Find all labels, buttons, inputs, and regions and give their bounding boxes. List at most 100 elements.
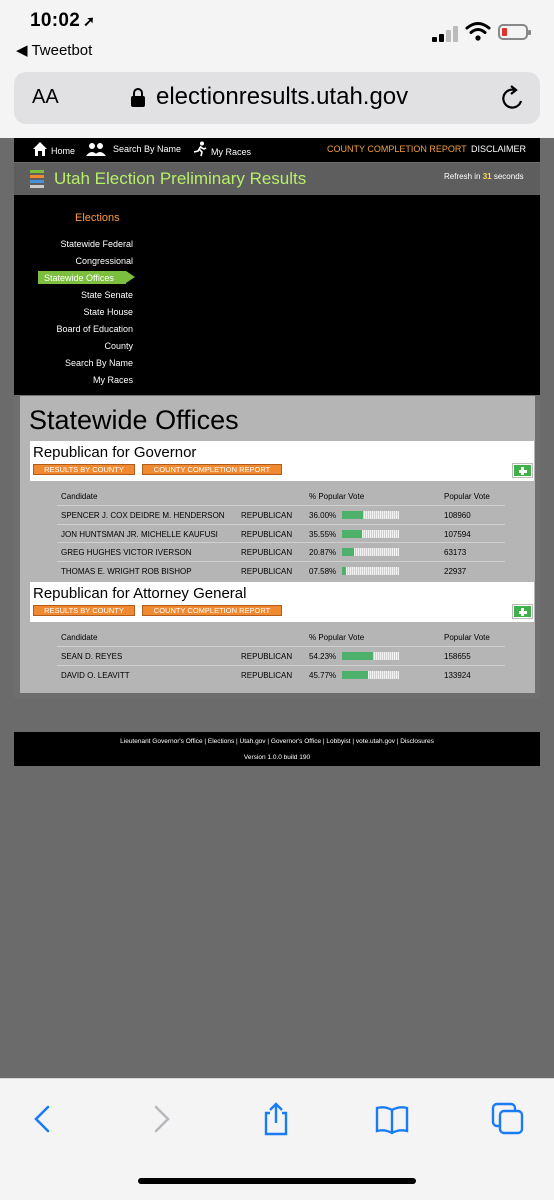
tabs-icon[interactable] [490,1101,526,1137]
plus-icon[interactable] [512,463,533,478]
candidate-party: REPUBLICAN [241,567,293,577]
candidate-pct: 35.55% [309,529,337,539]
top-navigation: Home Search By Name My Races COUNTY COMP… [14,138,540,162]
site-title: Utah Election Preliminary Results [54,169,307,188]
col-pct-popular-vote: % Popular Vote [309,633,365,642]
race-header-attorney-general: Republican for Attorney General RESULTS … [30,582,534,622]
refresh-countdown: Refresh in 31 seconds [444,172,524,181]
home-icon[interactable] [32,141,48,157]
race-title: Republican for Governor [33,444,197,461]
col-popular-vote: Popular Vote [444,633,490,642]
candidate-pct: 07.58% [309,567,337,577]
candidate-name[interactable]: THOMAS E. WRIGHT ROB BISHOP [61,567,192,576]
battery-icon [498,24,531,40]
candidate-name[interactable]: JON HUNTSMAN JR. MICHELLE KAUFUSI [61,530,218,539]
sidebar-item-statewide-offices[interactable]: Statewide Offices [44,273,114,283]
bookmarks-icon[interactable] [374,1101,410,1137]
nav-county-completion-report[interactable]: COUNTY COMPLETION REPORT [327,144,467,154]
url-text[interactable]: electionresults.utah.gov [156,83,408,111]
candidate-name[interactable]: SPENCER J. COX DEIDRE M. HENDERSON [61,511,225,520]
candidate-name[interactable]: DAVID O. LEAVITT [61,671,130,680]
col-candidate: Candidate [61,633,98,642]
candidate-party: REPUBLICAN [241,652,293,661]
safari-top-chrome: 10:02 ➚ ◀ Tweetbot AA electionresults.uta… [0,0,554,138]
title-bar: Utah Election Preliminary Results Refres… [14,163,540,195]
vote-percent-fill [342,511,363,519]
nav-my-races[interactable]: My Races [211,147,251,157]
col-popular-vote: Popular Vote [444,492,490,501]
sidebar-item-search-by-name[interactable]: Search By Name [65,358,133,368]
ballot-icon [30,170,44,188]
candidate-pct: 36.00% [309,511,337,520]
candidate-party: REPUBLICAN [241,511,293,520]
nav-search-by-name[interactable]: Search By Name [113,144,181,154]
footer-links[interactable]: Lieutenant Governor's Office | Elections… [14,738,540,745]
table-row: THOMAS E. WRIGHT ROB BISHOP REPUBLICAN 07.… [57,561,505,579]
site-footer: Lieutenant Governor's Office | Elections… [14,732,540,766]
col-pct-popular-vote: % Popular Vote [309,492,365,501]
back-app-label: Tweetbot [31,42,93,59]
county-completion-report-button[interactable]: COUNTY COMPLETION REPORT [142,605,282,616]
nav-disclaimer[interactable]: DISCLAIMER [471,144,526,154]
forward-icon[interactable] [142,1101,178,1137]
sidebar-item-my-races[interactable]: My Races [93,375,133,385]
candidate-party: REPUBLICAN [241,548,293,558]
vote-percent-bar [342,548,399,557]
candidate-votes: 133924 [444,670,471,680]
runner-icon[interactable] [192,141,208,157]
sidebar-heading: Elections [75,212,120,224]
table-row: DAVID O. LEAVITT REPUBLICAN 45.77% 133924 [57,664,505,683]
candidate-votes: 158655 [444,652,471,661]
sidebar-item-county[interactable]: County [104,341,133,351]
vote-percent-bar [342,529,399,538]
results-by-county-button[interactable]: RESULTS BY COUNTY [33,464,135,475]
candidate-pct: 54.23% [309,652,337,661]
candidate-party: REPUBLICAN [241,670,293,680]
sidebar-item-statewide-federal[interactable]: Statewide Federal [60,239,133,249]
reader-aa-button[interactable]: AA [32,86,59,109]
address-bar[interactable]: AA electionresults.utah.gov [14,72,540,124]
plus-icon[interactable] [512,604,533,619]
back-to-app-link[interactable]: ◀ Tweetbot [16,41,92,59]
vote-percent-bar [342,652,399,660]
location-arrow-icon: ➚ [83,13,96,29]
sidebar-item-state-senate[interactable]: State Senate [81,290,133,300]
candidate-votes: 22937 [444,567,467,577]
sidebar-item-state-house[interactable]: State House [83,307,133,317]
sidebar-item-congressional[interactable]: Congressional [75,256,133,266]
table-row: JON HUNTSMAN JR. MICHELLE KAUFUSI REPUBLI… [57,523,505,542]
county-completion-report-button[interactable]: COUNTY COMPLETION REPORT [142,464,282,475]
page-title: Statewide Offices [29,405,239,435]
candidate-party: REPUBLICAN [241,529,293,539]
table-row: GREG HUGHES VICTOR IVERSON REPUBLICAN 20.8… [57,542,505,560]
race-header-governor: Republican for Governor RESULTS BY COUNT… [30,441,534,481]
results-by-county-button[interactable]: RESULTS BY COUNTY [33,605,135,616]
back-icon[interactable] [26,1101,62,1137]
people-icon[interactable] [86,141,106,157]
vote-percent-fill [342,567,347,576]
candidate-votes: 63173 [444,548,467,558]
vote-percent-fill [342,548,354,557]
share-icon[interactable] [258,1101,294,1137]
candidate-name[interactable]: GREG HUGHES VICTOR IVERSON [61,548,192,557]
wifi-icon [465,22,491,41]
footer-version: Version 1.0.0 build 190 [243,754,311,761]
vote-percent-bar [342,567,399,576]
status-time: 10:02 ➚ [30,10,96,31]
candidate-pct: 20.87% [309,548,337,558]
vote-percent-fill [342,529,363,538]
lock-icon [131,88,145,107]
vote-percent-bar [342,511,399,519]
vote-percent-bar [342,670,399,679]
sidebar-item-board-of-education[interactable]: Board of Education [56,324,133,334]
candidate-votes: 108960 [444,511,471,520]
home-indicator [138,1178,416,1184]
vote-percent-fill [342,670,369,679]
table-row: SPENCER J. COX DEIDRE M. HENDERSON REPUBL… [57,505,505,523]
reload-icon[interactable] [500,84,526,112]
candidate-name[interactable]: SEAN D. REYES [61,652,122,661]
candidate-pct: 45.77% [309,670,337,680]
nav-home[interactable]: Home [51,146,75,156]
table-row: SEAN D. REYES REPUBLICAN 54.23% 158655 [57,646,505,664]
candidate-votes: 107594 [444,529,471,539]
